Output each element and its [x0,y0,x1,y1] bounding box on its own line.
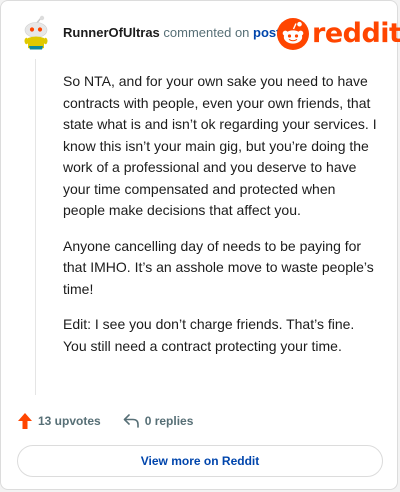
comment-author-link[interactable]: RunnerOfUltras [63,25,160,40]
reply-arrow-icon [123,414,139,428]
upvotes-stat[interactable]: 13 upvotes [17,412,101,430]
embedded-comment-card: RunnerOfUltras commented on post reddit … [0,0,400,490]
reddit-logo[interactable]: reddit [277,17,400,51]
upvotes-count: 13 upvotes [38,414,101,428]
replies-count: 0 replies [144,414,194,428]
comment-action-text: commented on [163,25,250,40]
replies-stat[interactable]: 0 replies [123,413,194,429]
user-avatar[interactable] [19,15,53,51]
comment-footer: 13 upvotes 0 replies [17,411,193,431]
comment-header: RunnerOfUltras commented on post [63,25,281,40]
reddit-wordmark: reddit [312,18,400,49]
snoo-logo-icon [277,18,309,50]
comment-paragraph: Edit: I see you don’t charge friends. Th… [63,316,355,354]
snoo-avatar-icon [24,15,48,50]
view-more-on-reddit-button[interactable]: View more on Reddit [17,445,383,477]
comment-body: So NTA, and for your own sake you need t… [63,71,381,371]
thread-line [35,59,36,395]
comment-paragraph: Anyone cancelling day of needs to be pay… [63,237,374,297]
upvote-arrow-icon [18,413,32,429]
comment-paragraph: So NTA, and for your own sake you need t… [63,73,377,218]
